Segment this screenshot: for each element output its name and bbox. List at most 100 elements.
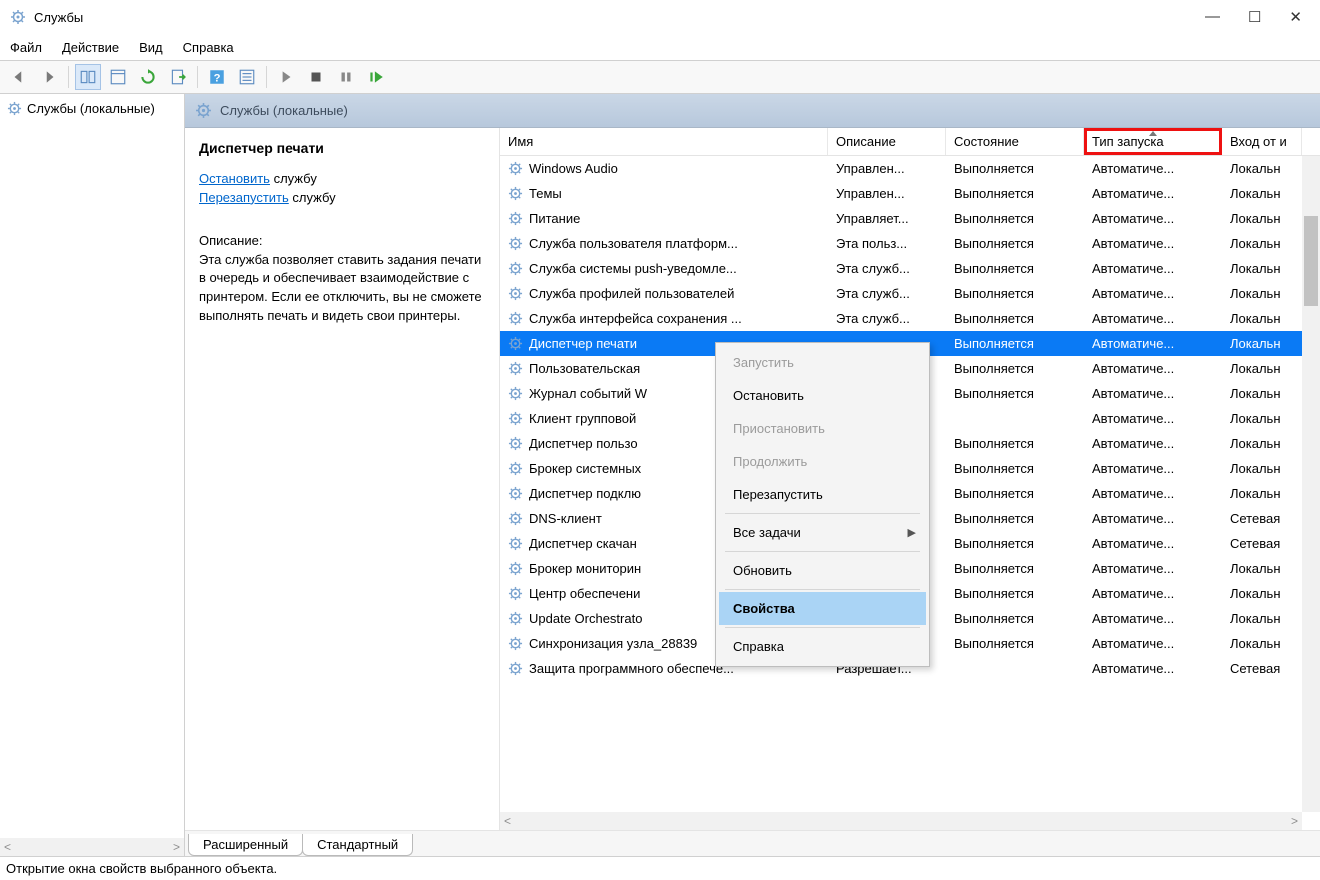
- tab-extended[interactable]: Расширенный: [188, 834, 303, 856]
- gear-icon: [508, 161, 523, 176]
- service-startup-type: Автоматиче...: [1084, 236, 1222, 251]
- service-state: Выполняется: [946, 511, 1084, 526]
- context-item-properties[interactable]: Свойства: [719, 592, 926, 625]
- table-row[interactable]: ТемыУправлен...ВыполняетсяАвтоматиче...Л…: [500, 181, 1320, 206]
- service-state: Выполняется: [946, 186, 1084, 201]
- context-item-help[interactable]: Справка: [719, 630, 926, 663]
- scroll-right-icon: >: [173, 840, 180, 854]
- gear-icon: [508, 336, 523, 351]
- context-item-stop[interactable]: Остановить: [719, 379, 926, 412]
- gear-icon: [508, 361, 523, 376]
- service-startup-type: Автоматиче...: [1084, 511, 1222, 526]
- service-name: Update Orchestrato: [529, 611, 642, 626]
- context-item-all-tasks[interactable]: Все задачи ▶: [719, 516, 926, 549]
- column-headers: Имя Описание Состояние Тип запуска Вход …: [500, 128, 1320, 156]
- service-name: Брокер мониторин: [529, 561, 641, 576]
- close-button[interactable]: ✕: [1289, 8, 1302, 26]
- right-pane: Службы (локальные) Диспетчер печати Оста…: [185, 94, 1320, 856]
- gear-icon: [508, 561, 523, 576]
- pause-service-button[interactable]: [333, 64, 359, 90]
- menu-action[interactable]: Действие: [62, 40, 119, 55]
- list-scrollbar-vertical[interactable]: [1302, 156, 1320, 812]
- start-service-button[interactable]: [273, 64, 299, 90]
- properties-button[interactable]: [105, 64, 131, 90]
- stop-service-link[interactable]: Остановить: [199, 171, 270, 186]
- menu-help[interactable]: Справка: [183, 40, 234, 55]
- scroll-left-icon: <: [4, 840, 11, 854]
- scrollbar-thumb[interactable]: [1304, 216, 1318, 306]
- gear-icon: [508, 661, 523, 676]
- export-button[interactable]: [165, 64, 191, 90]
- service-name: Диспетчер пользо: [529, 436, 638, 451]
- service-startup-type: Автоматиче...: [1084, 586, 1222, 601]
- menu-file[interactable]: Файл: [10, 40, 42, 55]
- restart-service-suffix: службу: [289, 190, 336, 205]
- gear-icon: [508, 311, 523, 326]
- service-startup-type: Автоматиче...: [1084, 436, 1222, 451]
- restart-service-link[interactable]: Перезапустить: [199, 190, 289, 205]
- service-startup-type: Автоматиче...: [1084, 636, 1222, 651]
- service-name: Центр обеспечени: [529, 586, 640, 601]
- help-button[interactable]: ?: [204, 64, 230, 90]
- list-scrollbar-horizontal[interactable]: < >: [500, 812, 1302, 830]
- service-name: Защита программного обеспече...: [529, 661, 734, 676]
- service-startup-type: Автоматиче...: [1084, 536, 1222, 551]
- info-panel: Диспетчер печати Остановить службу Перез…: [185, 128, 500, 830]
- service-description: Управляет...: [828, 211, 946, 226]
- service-state: Выполняется: [946, 536, 1084, 551]
- service-name: Темы: [529, 186, 562, 201]
- description-label: Описание:: [199, 232, 485, 251]
- service-name: Служба профилей пользователей: [529, 286, 734, 301]
- stop-service-button[interactable]: [303, 64, 329, 90]
- table-row[interactable]: Служба пользователя платформ...Эта польз…: [500, 231, 1320, 256]
- service-startup-type: Автоматиче...: [1084, 611, 1222, 626]
- column-header-description[interactable]: Описание: [828, 128, 946, 155]
- list-button[interactable]: [234, 64, 260, 90]
- service-state: Выполняется: [946, 561, 1084, 576]
- left-scrollbar-horizontal[interactable]: < >: [0, 838, 184, 856]
- gear-icon: [508, 586, 523, 601]
- gear-icon: [508, 286, 523, 301]
- gear-icon: [508, 511, 523, 526]
- show-hide-tree-button[interactable]: [75, 64, 101, 90]
- service-description: Эта польз...: [828, 236, 946, 251]
- context-item-label: Все задачи: [733, 525, 801, 540]
- service-startup-type: Автоматиче...: [1084, 211, 1222, 226]
- column-header-startup-type[interactable]: Тип запуска: [1084, 128, 1222, 155]
- table-row[interactable]: ПитаниеУправляет...ВыполняетсяАвтоматиче…: [500, 206, 1320, 231]
- maximize-button[interactable]: ☐: [1248, 8, 1261, 26]
- context-separator: [725, 551, 920, 552]
- column-header-state[interactable]: Состояние: [946, 128, 1084, 155]
- table-row[interactable]: Служба профилей пользователейЭта служб..…: [500, 281, 1320, 306]
- tree-node-services-local[interactable]: Службы (локальные): [3, 97, 181, 119]
- context-item-refresh[interactable]: Обновить: [719, 554, 926, 587]
- table-row[interactable]: Служба системы push-уведомле...Эта служб…: [500, 256, 1320, 281]
- gear-icon: [508, 461, 523, 476]
- service-startup-type: Автоматиче...: [1084, 361, 1222, 376]
- menu-view[interactable]: Вид: [139, 40, 163, 55]
- gear-icon: [508, 411, 523, 426]
- back-button[interactable]: [6, 64, 32, 90]
- minimize-button[interactable]: —: [1205, 8, 1220, 26]
- service-name: DNS-клиент: [529, 511, 602, 526]
- table-row[interactable]: Windows AudioУправлен...ВыполняетсяАвтом…: [500, 156, 1320, 181]
- table-row[interactable]: Служба интерфейса сохранения ...Эта служ…: [500, 306, 1320, 331]
- tab-standard[interactable]: Стандартный: [302, 834, 413, 856]
- context-menu: Запустить Остановить Приостановить Продо…: [715, 342, 930, 667]
- gear-icon: [7, 101, 22, 116]
- column-header-name[interactable]: Имя: [500, 128, 828, 155]
- toolbar-separator: [197, 66, 198, 88]
- restart-service-button[interactable]: [363, 64, 389, 90]
- column-header-login[interactable]: Вход от и: [1222, 128, 1302, 155]
- refresh-button[interactable]: [135, 64, 161, 90]
- gear-icon: [508, 186, 523, 201]
- tree-node-label: Службы (локальные): [27, 101, 155, 116]
- service-state: Выполняется: [946, 161, 1084, 176]
- context-separator: [725, 513, 920, 514]
- context-item-restart[interactable]: Перезапустить: [719, 478, 926, 511]
- service-state: Выполняется: [946, 611, 1084, 626]
- context-item-start: Запустить: [719, 346, 926, 379]
- gear-icon: [508, 211, 523, 226]
- forward-button[interactable]: [36, 64, 62, 90]
- menubar: Файл Действие Вид Справка: [0, 34, 1320, 60]
